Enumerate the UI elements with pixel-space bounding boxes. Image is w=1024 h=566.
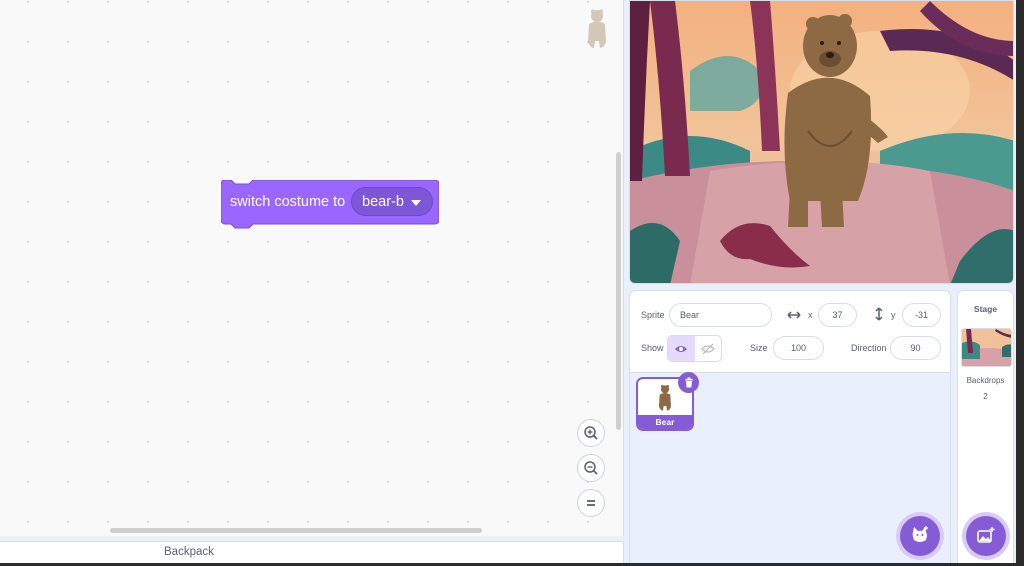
backpack-label: Backpack: [164, 546, 214, 558]
sprite-thumbnail-label: Bear: [638, 415, 692, 429]
size-input[interactable]: 100: [773, 336, 824, 360]
trash-icon: [684, 377, 693, 388]
scratch-editor: switch costume to bear-b Backpack Sprite…: [0, 0, 1024, 566]
sprite-info-panel: Sprite Bear x 37 y -31 Show Size 100 Dir…: [630, 291, 950, 373]
current-sprite-icon: [588, 9, 606, 48]
show-visible-button[interactable]: [668, 336, 695, 361]
costume-dropdown[interactable]: bear-b: [351, 187, 433, 216]
direction-input[interactable]: 90: [890, 336, 941, 360]
zoom-out-icon: [584, 461, 598, 475]
show-toggle: [667, 335, 722, 362]
add-sprite-cat-icon: [912, 526, 928, 542]
direction-label: Direction: [851, 343, 887, 353]
y-value: -31: [914, 310, 928, 320]
code-workspace[interactable]: switch costume to bear-b: [0, 0, 624, 536]
dropdown-arrow-icon: [411, 200, 421, 206]
stage-pane-title: Stage: [973, 304, 998, 314]
workspace-horizontal-scrollbar[interactable]: [110, 528, 482, 533]
x-position-input[interactable]: 37: [818, 303, 857, 327]
x-label: x: [808, 310, 813, 320]
size-value: 100: [790, 343, 807, 353]
workspace-vertical-scrollbar[interactable]: [616, 152, 621, 430]
forest-backdrop-with-bear: [630, 1, 1013, 283]
backdrop-thumbnail[interactable]: [961, 328, 1012, 367]
x-value: 37: [832, 310, 843, 320]
y-arrows-icon: [875, 307, 883, 321]
eye-icon: [675, 345, 688, 352]
stage-canvas[interactable]: [629, 0, 1014, 284]
zoom-reset-button[interactable]: [577, 489, 605, 517]
bear-thumbnail: [659, 385, 671, 411]
backdrops-count: 2: [983, 392, 988, 401]
sprite-name-value: Bear: [680, 310, 700, 320]
y-position-input[interactable]: -31: [902, 303, 941, 327]
zoom-reset-icon: [587, 500, 595, 506]
show-hidden-button[interactable]: [695, 336, 722, 361]
backdrops-label: Backdrops: [966, 376, 1005, 385]
switch-costume-block[interactable]: switch costume to bear-b: [221, 180, 439, 229]
sprite-name-input[interactable]: Bear: [669, 303, 772, 327]
eye-slash-icon: [700, 343, 715, 354]
x-arrows-icon: [787, 311, 801, 319]
zoom-in-icon: [584, 426, 598, 440]
window-edge-right: [1016, 0, 1024, 566]
choose-sprite-button[interactable]: [900, 516, 940, 556]
zoom-in-button[interactable]: [577, 419, 605, 447]
block-label: switch costume to: [230, 194, 346, 210]
add-backdrop-icon: [977, 527, 995, 543]
choose-backdrop-button[interactable]: [966, 516, 1006, 556]
y-label: y: [891, 310, 896, 320]
delete-sprite-button[interactable]: [678, 372, 699, 393]
sprite-label: Sprite: [641, 310, 665, 320]
zoom-out-button[interactable]: [577, 454, 605, 482]
size-label: Size: [750, 343, 768, 353]
direction-value: 90: [910, 343, 921, 353]
forest-backdrop-thumbnail: [962, 329, 1011, 366]
costume-dropdown-value: bear-b: [362, 194, 404, 210]
show-label: Show: [641, 343, 664, 353]
